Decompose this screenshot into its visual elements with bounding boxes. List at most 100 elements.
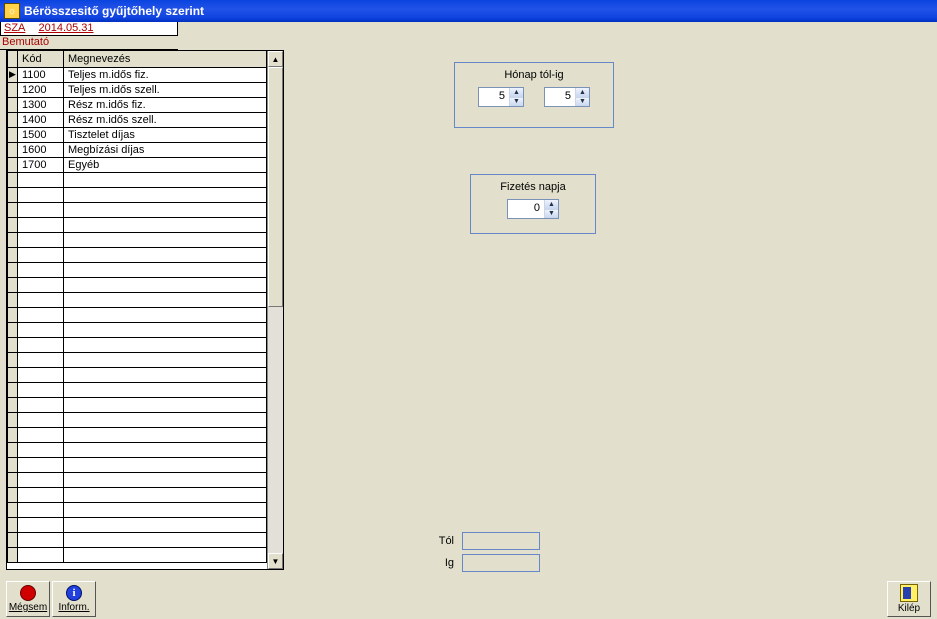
cell-megnevezes[interactable] xyxy=(64,337,267,352)
cell-megnevezes[interactable] xyxy=(64,487,267,502)
cell-megnevezes[interactable] xyxy=(64,187,267,202)
cell-megnevezes[interactable] xyxy=(64,367,267,382)
month-from-down[interactable]: ▼ xyxy=(510,98,523,107)
month-from-spinner[interactable]: 5 ▲ ▼ xyxy=(478,87,524,107)
cell-kod[interactable] xyxy=(18,502,64,517)
cell-kod[interactable]: 1200 xyxy=(18,82,64,97)
cell-kod[interactable] xyxy=(18,397,64,412)
cell-megnevezes[interactable] xyxy=(64,307,267,322)
table-row[interactable] xyxy=(8,322,267,337)
exit-button[interactable]: Kilép xyxy=(887,581,931,617)
cell-kod[interactable] xyxy=(18,532,64,547)
cell-kod[interactable] xyxy=(18,322,64,337)
table-row[interactable] xyxy=(8,487,267,502)
table-row[interactable] xyxy=(8,472,267,487)
cell-megnevezes[interactable] xyxy=(64,172,267,187)
cell-kod[interactable] xyxy=(18,517,64,532)
table-row[interactable] xyxy=(8,457,267,472)
cell-kod[interactable] xyxy=(18,457,64,472)
cell-megnevezes[interactable] xyxy=(64,472,267,487)
cell-kod[interactable] xyxy=(18,217,64,232)
table-row[interactable] xyxy=(8,382,267,397)
table-row[interactable]: 1700Egyéb xyxy=(8,157,267,172)
cell-kod[interactable]: 1300 xyxy=(18,97,64,112)
table-row[interactable] xyxy=(8,367,267,382)
table-row[interactable] xyxy=(8,202,267,217)
table-row[interactable] xyxy=(8,172,267,187)
scroll-thumb[interactable] xyxy=(268,67,283,307)
cell-megnevezes[interactable] xyxy=(64,427,267,442)
table-row[interactable] xyxy=(8,292,267,307)
cell-kod[interactable] xyxy=(18,202,64,217)
cell-megnevezes[interactable]: Tisztelet díjas xyxy=(64,127,267,142)
cell-megnevezes[interactable]: Teljes m.idős szell. xyxy=(64,82,267,97)
month-from-value[interactable]: 5 xyxy=(479,88,509,106)
cell-kod[interactable] xyxy=(18,232,64,247)
table-row[interactable] xyxy=(8,547,267,562)
cell-kod[interactable] xyxy=(18,427,64,442)
cell-megnevezes[interactable] xyxy=(64,277,267,292)
scroll-down-button[interactable]: ▼ xyxy=(268,553,283,569)
cell-kod[interactable] xyxy=(18,337,64,352)
table-row[interactable] xyxy=(8,187,267,202)
cell-kod[interactable] xyxy=(18,487,64,502)
cell-megnevezes[interactable] xyxy=(64,532,267,547)
table-row[interactable]: 1600Megbízási díjas xyxy=(8,142,267,157)
cell-megnevezes[interactable] xyxy=(64,262,267,277)
cell-kod[interactable] xyxy=(18,352,64,367)
cell-megnevezes[interactable] xyxy=(64,517,267,532)
cell-kod[interactable] xyxy=(18,292,64,307)
table-row[interactable] xyxy=(8,262,267,277)
month-to-down[interactable]: ▼ xyxy=(576,98,589,107)
cell-megnevezes[interactable] xyxy=(64,412,267,427)
cell-kod[interactable]: 1400 xyxy=(18,112,64,127)
category-table[interactable]: Kód Megnevezés ▶1100Teljes m.idős fiz.12… xyxy=(6,50,284,570)
table-row[interactable] xyxy=(8,277,267,292)
table-row[interactable] xyxy=(8,217,267,232)
cell-kod[interactable] xyxy=(18,307,64,322)
cell-megnevezes[interactable] xyxy=(64,547,267,562)
table-row[interactable] xyxy=(8,352,267,367)
cell-kod[interactable] xyxy=(18,247,64,262)
range-to-field[interactable] xyxy=(462,554,540,572)
cell-megnevezes[interactable] xyxy=(64,322,267,337)
month-to-value[interactable]: 5 xyxy=(545,88,575,106)
payday-up[interactable]: ▲ xyxy=(545,200,558,210)
cell-megnevezes[interactable] xyxy=(64,247,267,262)
table-row[interactable]: ▶1100Teljes m.idős fiz. xyxy=(8,67,267,82)
month-to-spinner[interactable]: 5 ▲ ▼ xyxy=(544,87,590,107)
column-megnevezes[interactable]: Megnevezés xyxy=(64,51,267,67)
payday-value[interactable]: 0 xyxy=(508,200,544,218)
scroll-track[interactable] xyxy=(268,67,283,553)
month-to-up[interactable]: ▲ xyxy=(576,88,589,98)
cell-megnevezes[interactable]: Megbízási díjas xyxy=(64,142,267,157)
table-row[interactable]: 1400Rész m.idős szell. xyxy=(8,112,267,127)
table-row[interactable] xyxy=(8,247,267,262)
cell-megnevezes[interactable]: Rész m.idős szell. xyxy=(64,112,267,127)
table-row[interactable] xyxy=(8,427,267,442)
column-kod[interactable]: Kód xyxy=(18,51,64,67)
cell-megnevezes[interactable] xyxy=(64,442,267,457)
month-from-up[interactable]: ▲ xyxy=(510,88,523,98)
cell-megnevezes[interactable] xyxy=(64,457,267,472)
cancel-button[interactable]: Mégsem xyxy=(6,581,50,617)
cell-kod[interactable] xyxy=(18,262,64,277)
table-row[interactable] xyxy=(8,442,267,457)
table-row[interactable] xyxy=(8,517,267,532)
table-row[interactable] xyxy=(8,337,267,352)
cell-megnevezes[interactable]: Rész m.idős fiz. xyxy=(64,97,267,112)
cell-kod[interactable] xyxy=(18,187,64,202)
cell-kod[interactable] xyxy=(18,382,64,397)
cell-kod[interactable]: 1700 xyxy=(18,157,64,172)
cell-megnevezes[interactable] xyxy=(64,292,267,307)
table-row[interactable]: 1300Rész m.idős fiz. xyxy=(8,97,267,112)
info-button[interactable]: i Inform. xyxy=(52,581,96,617)
cell-megnevezes[interactable] xyxy=(64,202,267,217)
cell-megnevezes[interactable] xyxy=(64,232,267,247)
payday-down[interactable]: ▼ xyxy=(545,210,558,219)
table-row[interactable] xyxy=(8,397,267,412)
cell-kod[interactable] xyxy=(18,412,64,427)
cell-kod[interactable]: 1100 xyxy=(18,67,64,82)
cell-kod[interactable] xyxy=(18,277,64,292)
table-row[interactable]: 1500Tisztelet díjas xyxy=(8,127,267,142)
